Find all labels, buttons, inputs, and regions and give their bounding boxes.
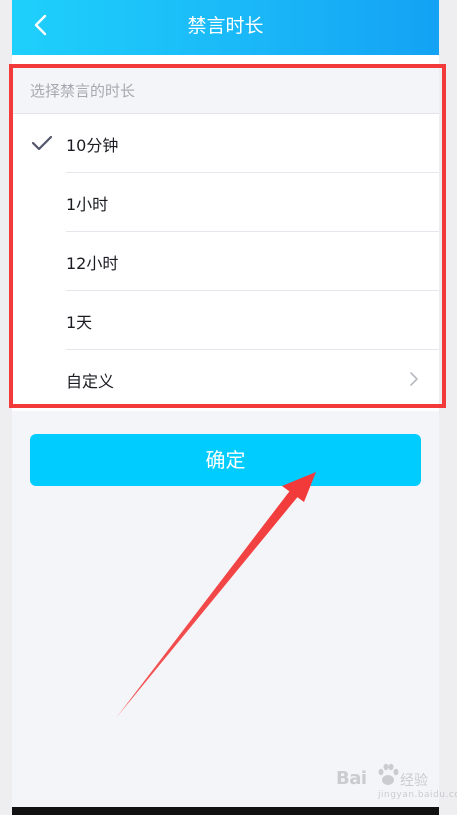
- option-12-hours[interactable]: 12小时: [12, 232, 439, 291]
- phone-screen: 禁言时长 选择禁言的时长 10分钟 1小时 12小时 1天 自定义 确定: [12, 0, 439, 807]
- option-10-minutes[interactable]: 10分钟: [12, 114, 439, 173]
- check-icon: [31, 135, 53, 151]
- page-title: 禁言时长: [187, 15, 264, 37]
- duration-options-list: 10分钟 1小时 12小时 1天 自定义: [12, 113, 439, 411]
- option-custom[interactable]: 自定义: [12, 350, 439, 409]
- option-label: 12小时: [66, 254, 119, 273]
- header-spacer: [12, 55, 439, 67]
- section-header: 选择禁言的时长: [12, 67, 439, 113]
- bottom-edge: [12, 807, 439, 815]
- option-label: 1天: [66, 313, 93, 332]
- chevron-right-icon: [410, 372, 418, 386]
- option-1-hour[interactable]: 1小时: [12, 173, 439, 232]
- option-label: 1小时: [66, 195, 109, 214]
- confirm-button[interactable]: 确定: [30, 434, 421, 486]
- option-label: 自定义: [66, 372, 115, 391]
- section-label: 选择禁言的时长: [30, 82, 136, 100]
- nav-header: 禁言时长: [12, 0, 439, 55]
- option-1-day[interactable]: 1天: [12, 291, 439, 350]
- option-label: 10分钟: [66, 136, 119, 155]
